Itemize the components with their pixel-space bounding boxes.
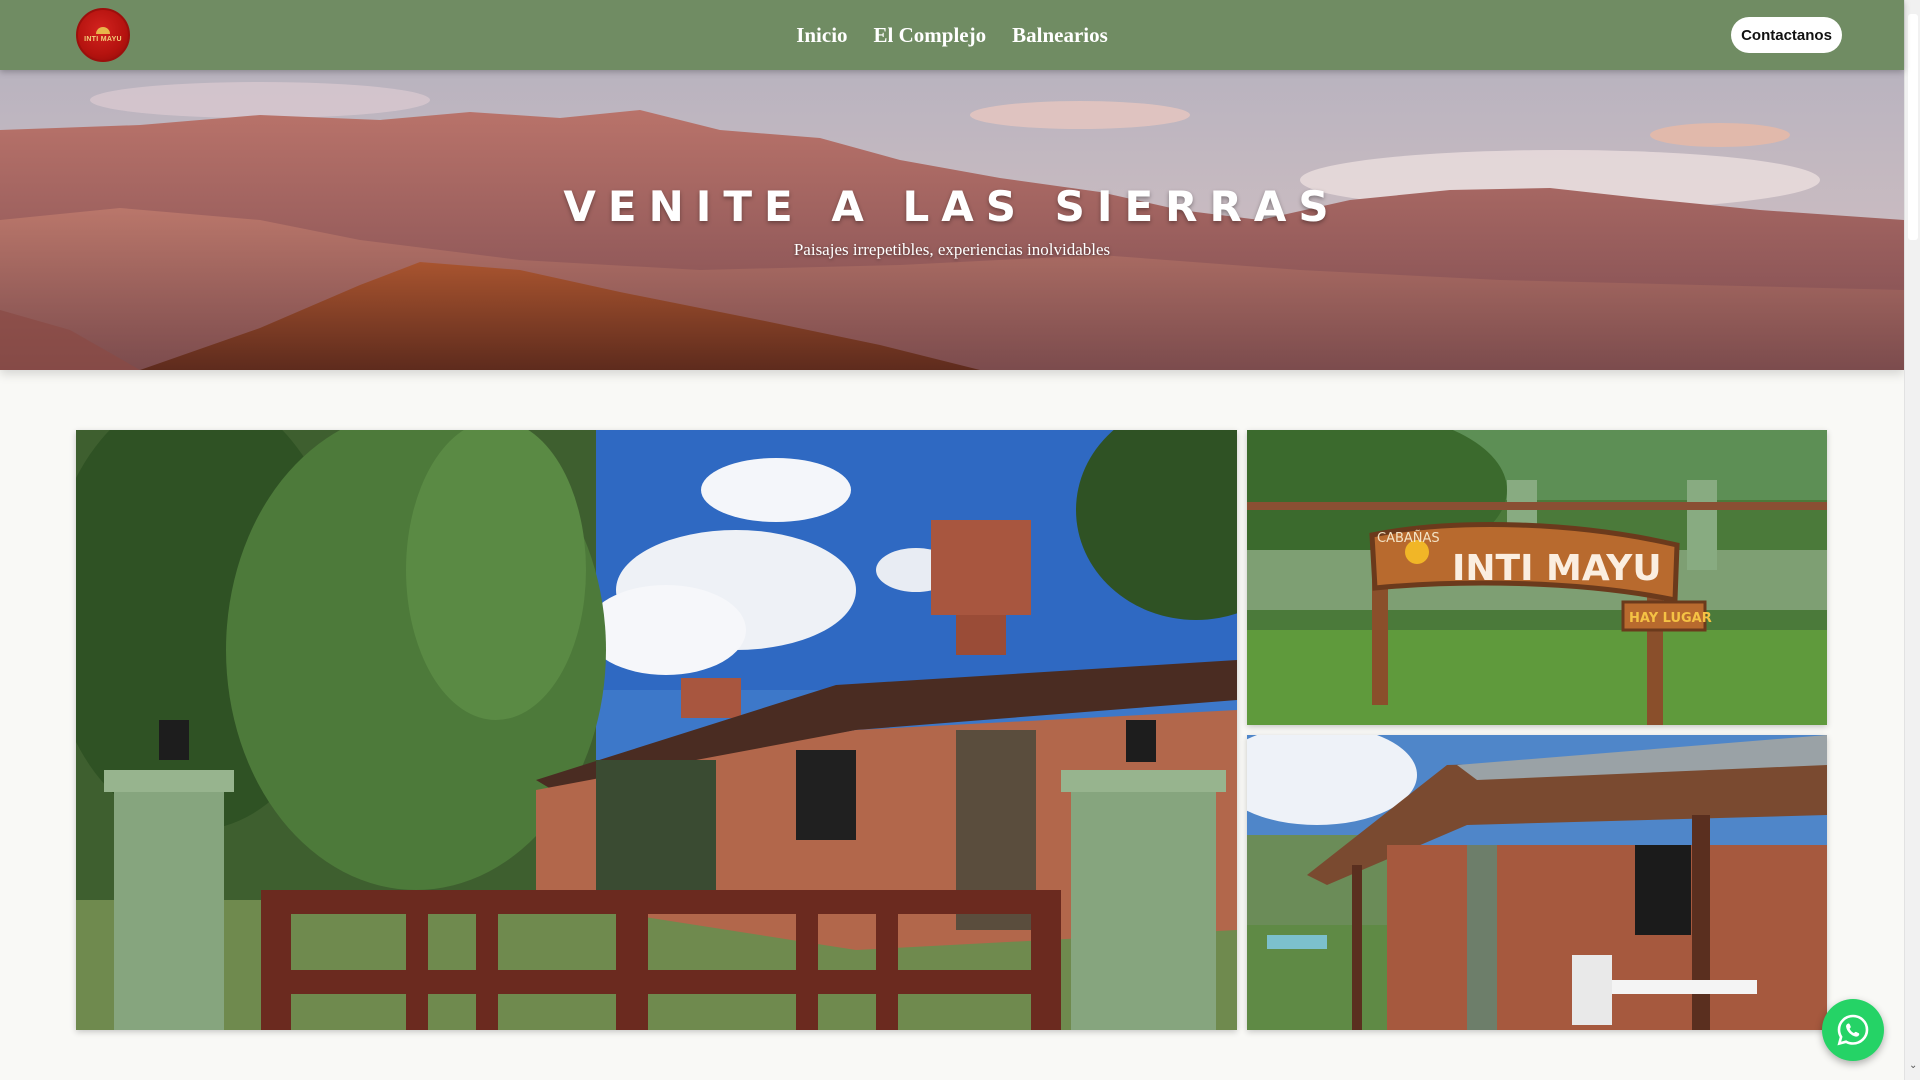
hero-subtitle: Paisajes irrepetibles, experiencias inol… <box>793 240 1111 259</box>
nav-link-el-complejo[interactable]: El Complejo <box>874 23 987 48</box>
scroll-down-arrow-icon[interactable]: ⌄ <box>1909 1061 1917 1071</box>
contact-button[interactable]: Contactanos <box>1731 17 1842 53</box>
sign-tag-text: HAY LUGAR <box>1629 611 1712 626</box>
page-scrollbar[interactable]: ⌄ <box>1904 0 1920 1080</box>
inti-mayu-logo[interactable]: INTI MAYU <box>76 8 130 62</box>
logo-text: INTI MAYU <box>84 36 122 43</box>
main-nav: Inicio El Complejo Balnearios <box>0 0 1904 70</box>
sign-small-text: CABAÑAS <box>1377 530 1440 546</box>
cabin-entrance-gate-photo[interactable] <box>76 430 1237 1030</box>
nav-link-inicio[interactable]: Inicio <box>796 23 847 48</box>
whatsapp-button[interactable] <box>1822 999 1884 1061</box>
top-navbar: INTI MAYU Inicio El Complejo Balnearios … <box>0 0 1904 70</box>
scrollbar-thumb[interactable] <box>1908 14 1918 240</box>
nav-link-balnearios[interactable]: Balnearios <box>1012 23 1108 48</box>
inti-mayu-sign-photo[interactable]: CABAÑAS INTI MAYU HAY LUGAR <box>1247 430 1827 725</box>
hero-title: VENITE A LAS SIERRAS <box>563 182 1341 231</box>
whatsapp-icon <box>1837 1014 1869 1046</box>
logo-sun-icon <box>96 27 110 34</box>
hero-banner: VENITE A LAS SIERRAS Paisajes irrepetibl… <box>0 70 1904 370</box>
cabin-porch-photo[interactable] <box>1247 735 1827 1030</box>
sign-main-text: INTI MAYU <box>1452 548 1662 589</box>
